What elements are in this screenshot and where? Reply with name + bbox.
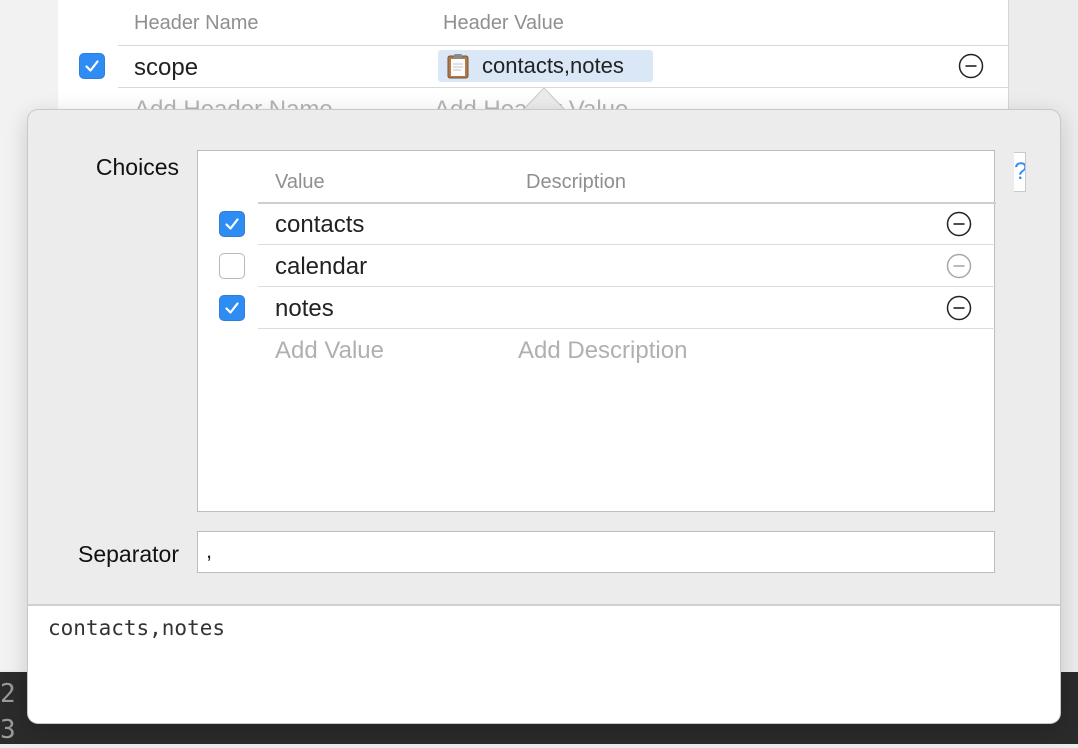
choices-label: Choices: [95, 154, 179, 180]
separator-input[interactable]: ,: [197, 531, 995, 573]
header-value-token[interactable]: contacts,notes: [438, 50, 653, 82]
description-column-header: Description: [526, 171, 627, 193]
preview-output: contacts,notes: [28, 604, 1060, 723]
choice-value-calendar[interactable]: calendar: [275, 253, 367, 281]
minus-circle-icon[interactable]: [958, 53, 984, 79]
row-divider: [258, 244, 996, 245]
choices-table: Value Description contacts calendar note…: [197, 150, 996, 512]
header-name-column: Header Name: [134, 12, 259, 34]
row-divider: [258, 286, 996, 287]
choices-popover: Choices Value Description contacts calen…: [28, 110, 1060, 723]
header-name-cell[interactable]: scope: [134, 54, 198, 82]
add-value-placeholder[interactable]: Add Value: [275, 337, 384, 365]
separator-label: Separator: [77, 541, 179, 567]
help-button[interactable]: ?: [1014, 152, 1026, 192]
line-numbers: 2 3: [0, 676, 16, 748]
line-number: 3: [0, 715, 16, 745]
header-enabled-checkbox[interactable]: [79, 53, 105, 79]
choice-checkbox-notes[interactable]: [219, 295, 245, 321]
row-divider: [118, 45, 1008, 46]
choice-checkbox-calendar[interactable]: [219, 253, 245, 279]
popover-arrow: [522, 87, 566, 112]
value-column-header: Value: [275, 171, 325, 193]
minus-circle-icon[interactable]: [946, 253, 972, 279]
checkmark-icon: [85, 60, 99, 72]
header-value-text: contacts,notes: [482, 53, 624, 78]
row-divider: [258, 328, 996, 329]
help-icon: ?: [1014, 158, 1025, 185]
add-description-placeholder[interactable]: Add Description: [518, 337, 687, 365]
checkmark-icon: [225, 218, 239, 230]
header-value-column: Header Value: [443, 12, 564, 34]
preview-text: contacts,notes: [48, 616, 226, 640]
clipboard-icon: [447, 54, 469, 79]
choice-value-contacts[interactable]: contacts: [275, 211, 364, 239]
line-number: 2: [0, 679, 16, 709]
minus-circle-icon[interactable]: [946, 211, 972, 237]
header-divider: [258, 202, 996, 204]
choice-value-notes[interactable]: notes: [275, 295, 334, 323]
minus-circle-icon[interactable]: [946, 295, 972, 321]
checkmark-icon: [225, 302, 239, 314]
choice-checkbox-contacts[interactable]: [219, 211, 245, 237]
